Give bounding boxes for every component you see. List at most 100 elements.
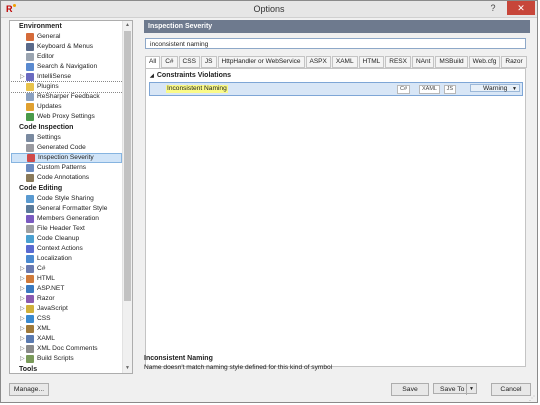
tab[interactable]: HTML (358, 56, 385, 68)
tab[interactable]: C# (161, 56, 178, 68)
expand-arrow-icon[interactable]: ▷ (20, 284, 25, 294)
sidebar-item[interactable]: Generated Code (10, 143, 123, 153)
settings-page-icon (26, 164, 34, 172)
sidebar-item[interactable]: General Formatter Style (10, 204, 123, 214)
expand-arrow-icon[interactable]: ▷ (20, 334, 25, 344)
resize-grip-icon[interactable]: ⋰ (529, 395, 535, 402)
settings-page-icon (26, 345, 34, 353)
sidebar-item[interactable]: Inspection Severity (11, 153, 122, 163)
inspection-row[interactable]: Inconsistent Naming C# XAML JS Warning ▼ (149, 82, 523, 96)
tree-scrollbar[interactable]: ▲ ▼ (122, 21, 132, 373)
tab[interactable]: Web.cfg (468, 56, 501, 68)
settings-page-icon (26, 63, 34, 71)
scroll-up-icon[interactable]: ▲ (123, 21, 132, 30)
tab[interactable]: NAnt (411, 56, 435, 68)
expand-arrow-icon[interactable]: ▷ (20, 72, 25, 82)
expand-arrow-icon[interactable]: ▷ (20, 324, 25, 334)
sidebar-item[interactable]: ▷ XML (10, 324, 123, 334)
sidebar-item[interactable]: Settings (10, 133, 123, 143)
tab[interactable]: RESX (385, 56, 411, 68)
expand-arrow-icon[interactable]: ▷ (20, 264, 25, 274)
sidebar-item[interactable]: ▷ CSS (10, 314, 123, 324)
sidebar-item-label: Updates (37, 103, 62, 110)
expand-arrow-icon[interactable]: ▷ (20, 274, 25, 284)
tab[interactable]: CSS (178, 56, 200, 68)
expand-arrow-icon[interactable]: ▷ (20, 304, 25, 314)
settings-page-icon (26, 103, 34, 111)
sidebar-item[interactable]: ReSharper Feedback (10, 92, 123, 102)
sidebar-item[interactable]: Editor (10, 52, 123, 62)
tab[interactable]: XAML (331, 56, 358, 68)
sidebar-item[interactable]: ▷ HTML (10, 274, 123, 284)
manage-button[interactable]: Manage... (9, 383, 49, 396)
sidebar-item[interactable]: Context Actions (10, 244, 123, 254)
save-to-button[interactable]: Save To ▼ (433, 383, 477, 395)
settings-page-icon (26, 93, 34, 101)
sidebar-item-label: Code Style Sharing (37, 195, 94, 202)
severity-dropdown[interactable]: Warning ▼ (470, 84, 520, 92)
expand-arrow-icon[interactable]: ▷ (20, 344, 25, 354)
sidebar-item-label: Code Annotations (37, 174, 90, 181)
sidebar-item[interactable]: Web Proxy Settings (10, 112, 123, 122)
tab[interactable]: Razor (501, 56, 527, 68)
sidebar-item[interactable]: General (10, 32, 123, 42)
expand-arrow-icon[interactable]: ▷ (20, 354, 25, 364)
expand-arrow-icon[interactable]: ▷ (20, 314, 25, 324)
settings-page-icon (26, 205, 34, 213)
settings-page-icon (26, 144, 34, 152)
sidebar-item[interactable]: Code Annotations (10, 173, 123, 183)
sidebar-item[interactable]: Search & Navigation (10, 62, 123, 72)
sidebar-item[interactable]: Updates (10, 102, 123, 112)
sidebar-item[interactable]: ▷ Build Scripts (10, 354, 123, 364)
sidebar-item[interactable]: Code Style Sharing (10, 194, 123, 204)
scroll-down-icon[interactable]: ▼ (123, 364, 132, 373)
sidebar-item[interactable]: ▷ JavaScript (10, 304, 123, 314)
sidebar-item[interactable]: File Header Text (10, 224, 123, 234)
options-window: R Options ? ✕ Environment General Keyboard… (0, 0, 538, 403)
sidebar-item[interactable]: Plugins (10, 81, 124, 93)
sidebar-item-label: Settings (37, 134, 61, 141)
sidebar-item-label: XAML (37, 335, 55, 342)
sidebar-item[interactable]: Localization (10, 254, 123, 264)
sidebar-item-label: ReSharper Feedback (37, 93, 100, 100)
settings-page-icon (26, 53, 34, 61)
tab[interactable]: JS (200, 56, 217, 68)
settings-page-icon (26, 255, 34, 263)
group-header[interactable]: ◢ Constraints Violations (146, 71, 525, 81)
search-input[interactable]: inconsistent naming (145, 38, 526, 49)
expand-arrow-icon[interactable]: ▷ (20, 294, 25, 304)
sidebar-item[interactable]: Code Cleanup (10, 234, 123, 244)
settings-page-icon (26, 335, 34, 343)
scrollbar-thumb[interactable] (124, 31, 131, 301)
tab[interactable]: HttpHandler or WebService (217, 56, 305, 68)
save-button[interactable]: Save (391, 383, 429, 396)
sidebar-item-label: Keyboard & Menus (37, 43, 94, 50)
chevron-down-icon[interactable]: ▼ (466, 384, 474, 395)
sidebar-item[interactable]: ▷ C# (10, 264, 123, 274)
settings-page-icon (26, 265, 34, 273)
main-panel: Inspection Severity inconsistent naming … (144, 20, 530, 372)
sidebar-item[interactable]: ▷ IntelliSense (10, 72, 123, 82)
settings-page-icon (26, 113, 34, 121)
close-button[interactable]: ✕ (507, 1, 535, 15)
sidebar-item[interactable]: ▷ XAML (10, 334, 123, 344)
sidebar-item-label: XML Doc Comments (37, 345, 98, 352)
sidebar-item[interactable]: Members Generation (10, 214, 123, 224)
cancel-button[interactable]: Cancel (491, 383, 531, 396)
options-tree-list: Environment General Keyboard & Menus Editor… (10, 21, 124, 373)
sidebar-item[interactable]: Keyboard & Menus (10, 42, 123, 52)
lang-badge-xaml: XAML (419, 85, 440, 94)
sidebar-item[interactable]: ▷ ASP.NET (10, 284, 123, 294)
inspection-name: Inconsistent Naming (166, 85, 228, 93)
collapse-icon[interactable]: ◢ (150, 73, 154, 79)
tab[interactable]: ASPX (305, 56, 331, 68)
settings-page-icon (26, 195, 34, 203)
sidebar-item-label: Code Cleanup (37, 235, 80, 242)
help-button[interactable]: ? (483, 1, 503, 15)
sidebar-item[interactable]: ▷ Razor (10, 294, 123, 304)
tab[interactable]: MSBuild (435, 56, 468, 68)
settings-page-icon (26, 295, 34, 303)
sidebar-item[interactable]: Custom Patterns (10, 163, 123, 173)
sidebar-item[interactable]: ▷ XML Doc Comments (10, 344, 123, 354)
options-tree[interactable]: Environment General Keyboard & Menus Editor… (9, 20, 133, 374)
